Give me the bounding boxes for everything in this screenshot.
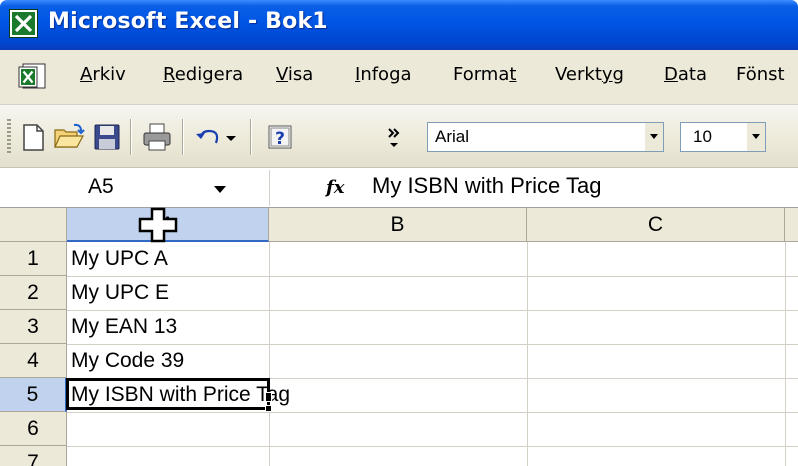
new-document-icon[interactable] — [16, 121, 50, 153]
row-header-2[interactable]: 2 — [0, 276, 67, 310]
menu-data[interactable]: Data — [664, 64, 707, 85]
more-buttons-icon[interactable] — [383, 121, 407, 153]
menu-redigera[interactable]: Redigera — [163, 64, 243, 85]
undo-dropdown-icon[interactable] — [222, 121, 240, 153]
column-header-b[interactable]: B — [269, 208, 527, 242]
chevron-down-icon[interactable] — [645, 123, 663, 151]
toolbar-grip[interactable] — [7, 119, 11, 155]
font-name-combo[interactable]: Arial — [427, 122, 664, 152]
toolbar-separator — [130, 119, 132, 155]
excel-icon[interactable] — [9, 9, 38, 38]
cell-a3[interactable]: My EAN 13 — [71, 315, 177, 339]
formula-input[interactable]: My ISBN with Price Tag — [372, 173, 601, 199]
toolbar-separator — [182, 119, 184, 155]
grid-line — [67, 344, 798, 345]
grid-line — [67, 276, 798, 277]
menu-format[interactable]: Format — [453, 64, 516, 85]
column-header-c[interactable]: C — [527, 208, 785, 242]
font-size-combo[interactable]: 10 — [680, 122, 766, 152]
standard-toolbar: ? Arial 10 — [0, 105, 798, 168]
row-header-6[interactable]: 6 — [0, 412, 67, 446]
row-header-1[interactable]: 1 — [0, 242, 67, 276]
title-bar: Microsoft Excel - Bok1 — [0, 0, 798, 50]
cell-a1[interactable]: My UPC A — [71, 247, 168, 271]
row-header-5[interactable]: 5 — [0, 378, 67, 412]
cell-a2[interactable]: My UPC E — [71, 281, 169, 305]
chevron-down-icon[interactable] — [747, 123, 765, 151]
grid-line — [67, 446, 798, 447]
row-header-4[interactable]: 4 — [0, 344, 67, 378]
print-icon[interactable] — [140, 121, 174, 153]
active-cell-border — [66, 378, 270, 410]
grid-line — [67, 310, 798, 311]
menu-infoga[interactable]: Infoga — [355, 64, 412, 85]
open-folder-icon[interactable] — [52, 121, 86, 153]
fill-handle-notch — [265, 392, 272, 402]
name-box-value: A5 — [88, 175, 114, 198]
fill-handle[interactable] — [265, 405, 272, 412]
menu-bar: Arkiv Redigera Visa Infoga Format Verkty… — [0, 50, 798, 105]
font-size-value: 10 — [693, 127, 712, 146]
select-all-corner[interactable] — [0, 208, 67, 242]
font-name-value: Arial — [435, 127, 470, 146]
cell-a4[interactable]: My Code 39 — [71, 349, 184, 373]
row-header-7[interactable]: 7 — [0, 446, 67, 466]
cell-select-cursor-icon — [138, 207, 178, 243]
menu-visa[interactable]: Visa — [276, 64, 313, 85]
name-box[interactable]: A5 — [0, 170, 270, 206]
svg-text:?: ? — [275, 129, 285, 149]
formula-bar: A5 fx My ISBN with Price Tag — [0, 168, 798, 208]
menu-verktyg[interactable]: Verktyg — [555, 64, 624, 85]
undo-icon[interactable] — [192, 121, 226, 153]
menu-fonster[interactable]: Fönst — [736, 64, 785, 85]
worksheet-grid[interactable]: A B C 1 2 3 4 5 6 7 My UPC A My UPC E My… — [0, 208, 798, 466]
workbook-icon[interactable] — [18, 63, 48, 91]
save-icon[interactable] — [90, 121, 124, 153]
row-header-3[interactable]: 3 — [0, 310, 67, 344]
window-title: Microsoft Excel - Bok1 — [48, 9, 328, 34]
menu-arkiv[interactable]: Arkiv — [80, 64, 126, 85]
column-header-d[interactable] — [785, 208, 798, 242]
insert-function-icon[interactable]: fx — [326, 177, 344, 198]
help-icon[interactable]: ? — [264, 121, 298, 153]
toolbar-separator — [250, 119, 252, 155]
chevron-down-icon[interactable] — [214, 186, 226, 193]
grid-line — [67, 412, 798, 413]
